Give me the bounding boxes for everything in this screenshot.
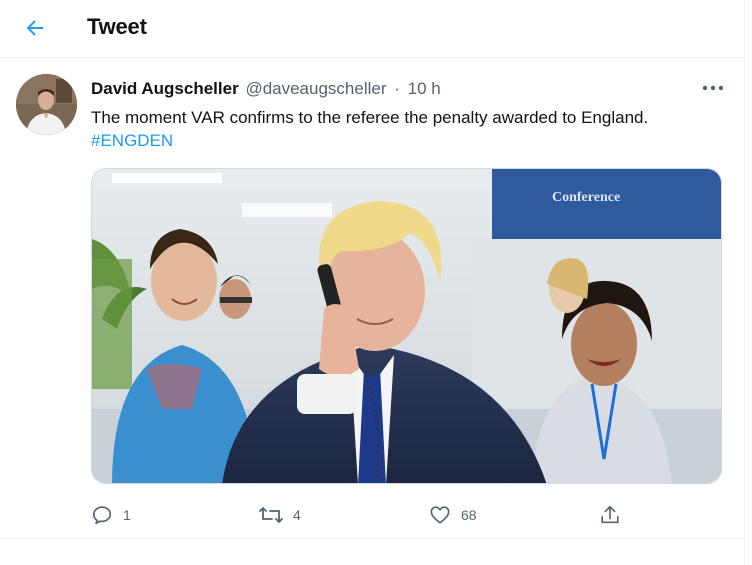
page-title: Tweet bbox=[87, 14, 147, 39]
back-button[interactable] bbox=[16, 9, 54, 47]
reply-button[interactable]: 1 bbox=[91, 500, 131, 530]
retweet-count: 4 bbox=[293, 507, 301, 523]
hashtag-link[interactable]: #ENGDEN bbox=[91, 131, 173, 151]
heart-icon bbox=[430, 506, 450, 524]
page-header: Tweet bbox=[0, 0, 745, 58]
meta-separator: · bbox=[394, 79, 400, 98]
author-handle[interactable]: @daveaugscheller bbox=[245, 79, 386, 98]
avatar[interactable] bbox=[16, 74, 77, 135]
reply-count: 1 bbox=[123, 507, 131, 523]
author-name[interactable]: David Augscheller bbox=[91, 79, 239, 98]
tweet-meta: David Augscheller @daveaugscheller · 10 … bbox=[91, 79, 441, 99]
tweet-media[interactable]: Conference bbox=[91, 168, 722, 484]
retweet-button[interactable]: 4 bbox=[259, 500, 301, 530]
tweet-photo: Conference bbox=[92, 169, 721, 483]
share-button[interactable] bbox=[599, 500, 621, 530]
more-button[interactable] bbox=[701, 78, 725, 98]
tweet-detail-panel: Tweet David Augscheller @daveaugscheller… bbox=[0, 0, 745, 565]
retweet-icon bbox=[259, 507, 283, 523]
reply-icon bbox=[92, 506, 112, 525]
share-icon bbox=[601, 505, 619, 524]
like-count: 68 bbox=[461, 507, 477, 523]
arrow-left-icon bbox=[26, 20, 43, 36]
like-button[interactable]: 68 bbox=[429, 500, 477, 530]
tweet: David Augscheller @daveaugscheller · 10 … bbox=[0, 58, 745, 539]
tweet-timestamp[interactable]: 10 h bbox=[408, 79, 441, 98]
tweet-text: The moment VAR confirms to the referee t… bbox=[91, 108, 649, 127]
conference-sign: Conference bbox=[552, 190, 620, 205]
tweet-actions: 1 4 68 bbox=[91, 500, 631, 530]
more-horizontal-icon bbox=[702, 85, 724, 91]
